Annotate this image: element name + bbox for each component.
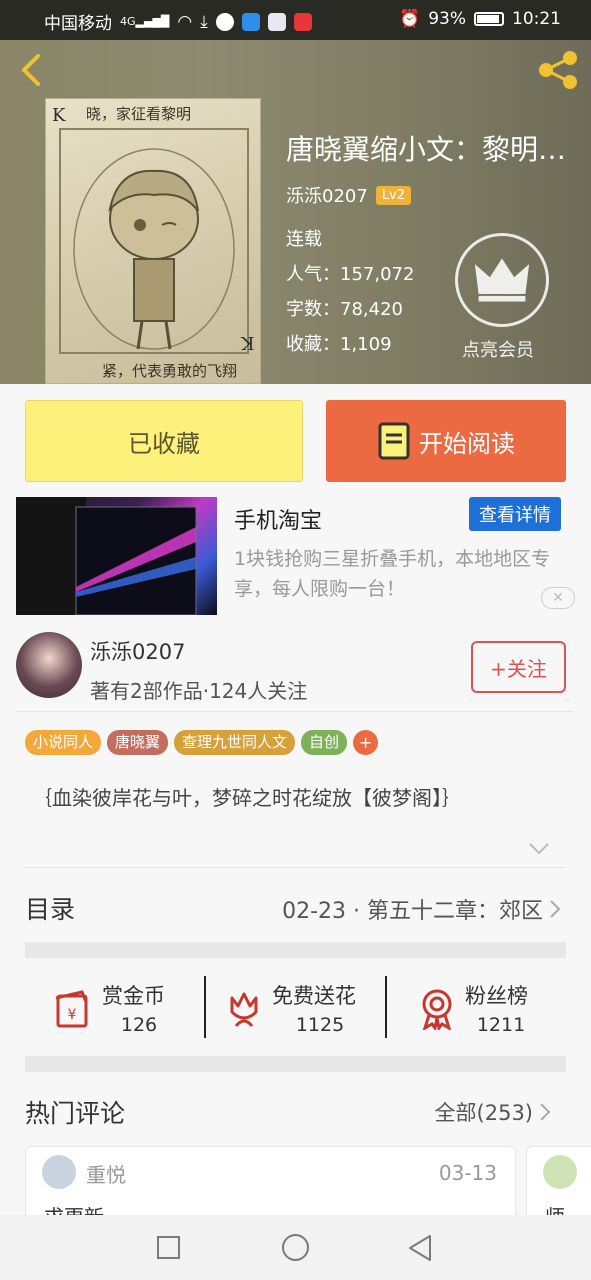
alarm-icon: ⏰ xyxy=(399,9,421,29)
vip-label[interactable]: 点亮会员 xyxy=(462,336,534,362)
app-notification-icon xyxy=(293,12,312,31)
ad-details-button[interactable]: 查看详情 xyxy=(469,497,561,531)
clock: 10:21 xyxy=(512,9,561,29)
crown-icon xyxy=(474,258,530,302)
commenter-name[interactable]: 重悦 xyxy=(86,1159,126,1188)
popularity-stat: 人气：157,072 xyxy=(286,264,415,285)
back-triangle-icon[interactable] xyxy=(406,1233,434,1263)
ad-image[interactable] xyxy=(16,497,217,615)
commenter-avatar[interactable] xyxy=(543,1155,577,1189)
tag-chip[interactable]: 唐晓翼 xyxy=(107,730,169,755)
signal-icon: 4G▂▄▆█ xyxy=(120,15,170,28)
status-bar: 中国移动 4G▂▄▆█ ◠ ⤓ ⏰ 93% 10:21 xyxy=(0,0,591,40)
chevron-right-icon xyxy=(540,1103,551,1121)
serial-status: 连载 xyxy=(286,229,322,250)
divider xyxy=(16,711,574,712)
book-icon xyxy=(378,422,410,460)
book-cover[interactable]: K 晓，家征看黎明 K 紧，代表勇敢的飞翔 xyxy=(45,98,261,384)
hot-comments-label: 热门评论 xyxy=(25,1099,126,1128)
divider xyxy=(25,867,566,868)
author-card-meta: 著有2部作品·124人关注 xyxy=(90,679,308,703)
favorited-button[interactable]: 已收藏 xyxy=(25,400,303,482)
red-envelope-icon: ¥ xyxy=(55,990,88,1028)
system-nav-bar xyxy=(0,1215,591,1280)
book-title: 唐晓翼缩小文：黎明… xyxy=(286,133,567,166)
tag-chip[interactable]: 查理九世同人文 xyxy=(174,730,296,755)
download-icon: ⤓ xyxy=(200,11,208,32)
divider xyxy=(385,976,387,1038)
book-header: K 晓，家征看黎明 K 紧，代表勇敢的飞翔 唐晓翼缩小文：黎明… 泺泺0207 … xyxy=(0,40,591,384)
cover-card-letter-inverted: K xyxy=(240,332,254,353)
cover-illustration xyxy=(59,128,249,354)
tag-chip[interactable]: 自创 xyxy=(301,730,348,755)
home-icon[interactable] xyxy=(282,1234,309,1261)
chevron-right-icon xyxy=(550,900,561,918)
section-separator xyxy=(25,942,566,958)
app-notification-icon xyxy=(241,12,260,31)
author-avatar[interactable] xyxy=(16,632,82,698)
reward-coins-item[interactable]: ¥ 赏金币 126 xyxy=(52,980,202,1036)
chevron-down-icon[interactable] xyxy=(528,842,550,856)
tag-list: 小说同人 唐晓翼 查理九世同人文 自创 + xyxy=(25,730,379,755)
section-separator xyxy=(25,1056,566,1072)
comment-date: 03-13 xyxy=(438,1161,497,1185)
battery-icon xyxy=(474,12,504,26)
medal-icon xyxy=(422,989,452,1030)
all-comments-link[interactable]: 全部(253) xyxy=(435,1097,551,1127)
tag-chip[interactable]: 小说同人 xyxy=(25,730,102,755)
fan-ranking-item[interactable]: 粉丝榜 1211 xyxy=(415,980,555,1036)
battery-percent: 93% xyxy=(428,9,466,29)
divider xyxy=(204,976,206,1038)
ad-close-button[interactable]: ✕ xyxy=(541,587,575,609)
back-arrow-icon[interactable] xyxy=(14,52,50,88)
carrier-label: 中国移动 xyxy=(44,14,112,34)
author-card-name[interactable]: 泺泺0207 xyxy=(90,636,185,666)
commenter-avatar[interactable] xyxy=(42,1155,76,1189)
app-notification-icon xyxy=(267,12,286,31)
level-badge: Lv2 xyxy=(375,185,412,205)
follow-button[interactable]: +关注 xyxy=(471,641,566,693)
flower-icon xyxy=(230,992,258,1027)
author-row[interactable]: 泺泺0207 Lv2 xyxy=(286,182,412,208)
ad-description[interactable]: 1块钱抢购三星折叠手机，本地地区专享，每人限购一台！ xyxy=(234,544,574,604)
phone-photo xyxy=(16,497,197,615)
vip-badge[interactable] xyxy=(455,233,549,327)
add-tag-button[interactable]: + xyxy=(353,730,379,755)
start-reading-button[interactable]: 开始阅读 xyxy=(326,400,566,482)
wifi-icon: ◠ xyxy=(177,11,193,32)
word-count-stat: 字数：78,420 xyxy=(286,299,403,320)
free-flower-item[interactable]: 免费送花 1125 xyxy=(222,980,382,1036)
ad-title[interactable]: 手机淘宝 xyxy=(234,503,322,535)
author-name[interactable]: 泺泺0207 xyxy=(286,182,368,208)
cover-bottom-text: 紧，代表勇敢的飞翔 xyxy=(102,362,238,380)
app-notification-icon xyxy=(215,12,234,31)
recent-apps-icon[interactable] xyxy=(157,1236,180,1259)
book-description: ｛血染彼岸花与叶，梦碎之时花绽放【彼梦阁】｝ xyxy=(32,786,462,810)
share-icon[interactable] xyxy=(534,50,582,90)
latest-chapter-link[interactable]: 02-23 · 第五十二章：郊区 xyxy=(282,893,561,925)
start-reading-label: 开始阅读 xyxy=(419,429,515,458)
favorites-stat: 收藏：1,109 xyxy=(286,334,392,355)
svg-text:¥: ¥ xyxy=(68,1007,77,1023)
toc-label[interactable]: 目录 xyxy=(25,890,75,926)
